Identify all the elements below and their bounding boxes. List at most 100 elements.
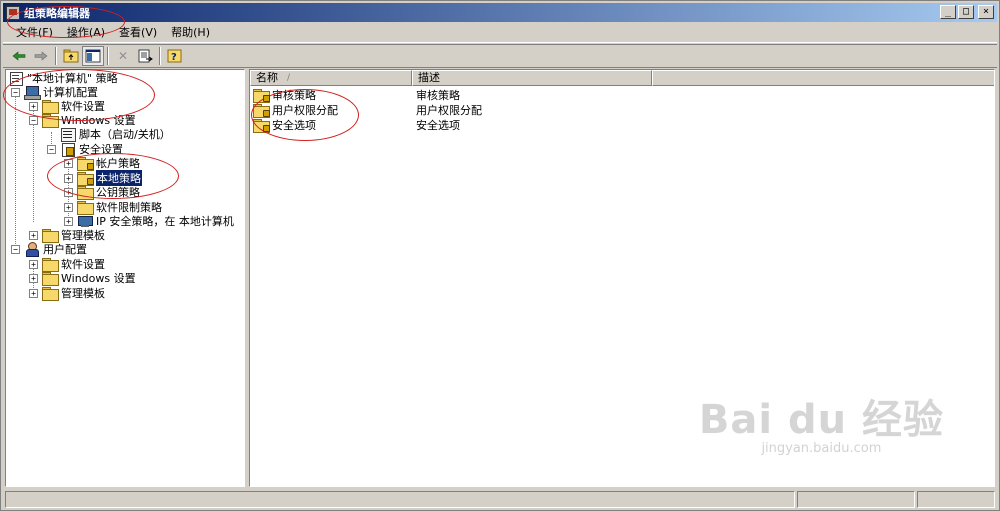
list-cell-description: 用户权限分配	[416, 103, 482, 117]
tree-item-software-restriction[interactable]: + 软件限制策略	[64, 200, 162, 215]
toolbar: ✕ ?	[3, 44, 997, 68]
watermark-logo: Bai du 经验	[698, 397, 944, 443]
toolbar-separator	[107, 47, 109, 65]
delete-icon[interactable]: ✕	[112, 46, 134, 66]
show-hide-tree-icon[interactable]	[82, 46, 104, 66]
tree-item-local-policies[interactable]: + 本地策略	[64, 170, 142, 186]
forward-icon[interactable]	[30, 46, 52, 66]
watermark-url: jingyan.baidu.com	[761, 441, 882, 456]
expand-icon[interactable]: +	[29, 273, 38, 283]
window-title: 组策略编辑器	[24, 6, 90, 20]
menu-action[interactable]: 操作(A)	[60, 24, 112, 42]
computer-icon	[24, 85, 41, 100]
folder-icon	[77, 186, 94, 200]
tree-item-user-admin-templates[interactable]: + 管理模板	[29, 286, 105, 301]
tree-item-account-policies[interactable]: + 帐户策略	[64, 156, 140, 171]
collapse-icon[interactable]: −	[11, 244, 20, 254]
network-icon	[77, 214, 93, 228]
expand-icon[interactable]: +	[29, 259, 38, 269]
folder-icon	[42, 272, 59, 286]
expand-icon[interactable]: +	[29, 101, 38, 111]
minimize-button[interactable]: _	[940, 5, 956, 19]
tree-label: 用户配置	[43, 243, 87, 256]
menu-bar: 文件(F) 操作(A) 查看(V) 帮助(H)	[3, 23, 997, 43]
lock-folder-icon	[77, 157, 94, 171]
folder-icon	[77, 201, 94, 215]
lock-folder-icon	[253, 103, 270, 118]
maximize-button[interactable]: □	[958, 5, 974, 19]
list-cell-name: 审核策略	[250, 87, 412, 103]
gpedit-app-icon	[6, 5, 20, 20]
tree-label: 脚本（启动/关机）	[79, 128, 171, 141]
toolbar-separator	[159, 47, 161, 65]
tree-item-computer-config[interactable]: − 计算机配置	[11, 85, 98, 100]
close-button[interactable]: ×	[978, 5, 994, 19]
tree-root[interactable]: "本地计算机" 策略	[8, 71, 118, 86]
folder-icon	[42, 100, 59, 114]
user-icon	[24, 242, 40, 257]
lock-folder-icon	[253, 88, 270, 103]
expand-icon[interactable]: +	[64, 158, 73, 168]
list-header: 名称 / 描述	[250, 70, 994, 86]
expand-icon[interactable]: +	[29, 230, 38, 240]
menu-view[interactable]: 查看(V)	[112, 24, 164, 42]
tree-item-security-settings[interactable]: − 安全设置	[47, 142, 123, 157]
status-panel-3	[917, 491, 995, 508]
lock-folder-icon	[253, 118, 270, 133]
collapse-icon[interactable]: −	[47, 144, 56, 154]
tree-label: Windows 设置	[61, 272, 136, 285]
tree-item-admin-templates[interactable]: + 管理模板	[29, 228, 105, 243]
list-cell-description: 安全选项	[416, 118, 460, 132]
tree-item-user-software-settings[interactable]: + 软件设置	[29, 257, 105, 272]
collapse-icon[interactable]: −	[29, 115, 38, 125]
tree-item-windows-settings[interactable]: − Windows 设置	[29, 113, 136, 128]
title-bar[interactable]: 组策略编辑器 _ □ ×	[3, 3, 997, 22]
list-item[interactable]: 安全选项 安全选项	[250, 117, 652, 133]
expand-icon[interactable]: +	[64, 202, 73, 212]
tree-item-public-key-policies[interactable]: + 公钥策略	[64, 185, 140, 200]
collapse-icon[interactable]: −	[11, 87, 20, 97]
tree-item-user-config[interactable]: − 用户配置	[11, 242, 87, 257]
security-icon	[60, 142, 76, 157]
expand-icon[interactable]: +	[64, 216, 73, 226]
list-item[interactable]: 审核策略 审核策略	[250, 87, 652, 103]
menu-help[interactable]: 帮助(H)	[164, 24, 217, 42]
folder-icon	[42, 229, 59, 243]
list-cell-name: 用户权限分配	[250, 102, 412, 118]
expand-icon[interactable]: +	[64, 187, 73, 197]
tree-pane[interactable]: "本地计算机" 策略 − 计算机配置 + 软件设置 − Windows 设置 脚…	[5, 69, 245, 487]
list-pane[interactable]: 名称 / 描述 审核策略 审核策略 用户权限分配 用户权限分配 安全选项 安全选…	[249, 69, 995, 487]
help-icon[interactable]: ?	[164, 46, 186, 66]
tree-label: 管理模板	[61, 287, 105, 300]
column-header-description[interactable]: 描述	[412, 70, 652, 86]
toolbar-separator	[55, 47, 57, 65]
policy-root-icon	[8, 71, 24, 86]
baidu-watermark: Bai du 经验 jingyan.baidu.com	[699, 387, 944, 456]
list-cell-description: 审核策略	[416, 88, 460, 102]
column-header-filler	[652, 70, 994, 86]
export-list-icon[interactable]	[134, 46, 156, 66]
tree-item-user-windows-settings[interactable]: + Windows 设置	[29, 271, 136, 286]
tree-item-scripts[interactable]: 脚本（启动/关机）	[47, 127, 171, 142]
column-header-name[interactable]: 名称 /	[250, 70, 412, 86]
window-controls: _ □ ×	[940, 5, 994, 19]
expand-icon[interactable]: +	[29, 288, 38, 298]
menu-file[interactable]: 文件(F)	[9, 24, 60, 42]
folder-icon	[42, 114, 59, 128]
tree-item-software-settings[interactable]: + 软件设置	[29, 99, 105, 114]
expand-icon[interactable]: +	[64, 173, 73, 183]
tree-item-ip-security[interactable]: + IP 安全策略，在 本地计算机	[64, 214, 234, 228]
tree-label: 公钥策略	[96, 186, 140, 199]
lock-folder-icon	[77, 172, 94, 186]
list-cell-name: 安全选项	[250, 117, 412, 133]
folder-up-icon[interactable]	[60, 46, 82, 66]
script-icon	[60, 127, 76, 142]
status-panel-2	[797, 491, 915, 508]
folder-icon	[42, 287, 59, 301]
svg-text:?: ?	[171, 52, 177, 63]
status-panel-main	[5, 491, 795, 508]
list-item[interactable]: 用户权限分配 用户权限分配	[250, 102, 652, 118]
tree-label: 帐户策略	[96, 157, 140, 170]
back-icon[interactable]	[8, 46, 30, 66]
tree-label: IP 安全策略，在 本地计算机	[96, 215, 234, 228]
